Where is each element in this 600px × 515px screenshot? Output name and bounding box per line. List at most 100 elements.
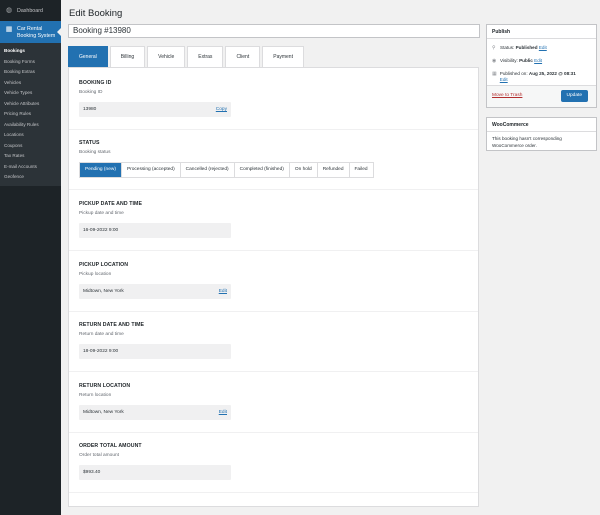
- menu-dashboard-label: Dashboard: [17, 7, 43, 14]
- return-date-desc: Return date and time: [79, 331, 124, 337]
- tab-vehicle[interactable]: Vehicle: [147, 46, 186, 67]
- submenu-item-bookings[interactable]: Bookings: [0, 46, 61, 57]
- return-date-text: 18-09-2022 9:00: [83, 348, 119, 354]
- return-location-title: RETURN LOCATION: [79, 383, 131, 389]
- return-date-value[interactable]: 18-09-2022 9:00: [79, 343, 231, 359]
- publish-visibility-value: Public: [519, 58, 533, 63]
- return-location-text: Midtown, New York: [83, 409, 124, 415]
- pickup-date-desc: Pickup date and time: [79, 210, 124, 216]
- tab-extras[interactable]: Extras: [187, 46, 224, 67]
- date-edit-link[interactable]: Edit: [500, 77, 508, 82]
- booking-title-input[interactable]: Booking #13980: [68, 24, 480, 38]
- general-panel: BOOKING ID Booking ID 13980 Copy STATUS …: [68, 67, 479, 507]
- menu-car-rental-label: Car Rental Booking System: [17, 26, 56, 39]
- admin-menu: ◍ Dashboard ▦ Car Rental Booking System …: [0, 0, 61, 515]
- pickup-date-text: 16-09-2022 9:00: [83, 227, 119, 233]
- publish-actions: Move to Trash Update: [487, 85, 596, 107]
- tab-payment[interactable]: Payment: [262, 46, 304, 67]
- status-refunded-button[interactable]: Refunded: [317, 162, 350, 177]
- publish-visibility-row: ◉ Visibility: Public Edit: [487, 58, 596, 64]
- visibility-edit-link[interactable]: Edit: [534, 58, 542, 64]
- status-cancelled-button[interactable]: Cancelled (rejected): [180, 162, 235, 177]
- eye-icon: ◉: [492, 58, 497, 64]
- order-total-text: $993.40: [83, 469, 101, 475]
- divider: [69, 371, 478, 372]
- publish-visibility-label: Visibility:: [500, 58, 518, 63]
- tab-billing[interactable]: Billing: [109, 46, 146, 67]
- tab-bar: General Billing Vehicle Extras Client Pa…: [68, 46, 306, 67]
- submenu-item-vehicle-attributes[interactable]: Vehicle Attributes: [0, 99, 61, 110]
- publish-box: Publish ⚲ Status: Published Edit ◉ Visib…: [486, 24, 597, 108]
- publish-date-row: ▦ Published on: Aug 25, 2022 @ 08:31 Edit: [487, 71, 596, 83]
- pickup-date-title: PICKUP DATE AND TIME: [79, 201, 143, 207]
- status-edit-link[interactable]: Edit: [539, 45, 547, 51]
- pickup-location-desc: Pickup location: [79, 271, 112, 277]
- booking-id-title: BOOKING ID: [79, 80, 112, 86]
- publish-status-label: Status:: [500, 45, 515, 50]
- submenu-item-booking-extras[interactable]: Booking Extras: [0, 67, 61, 78]
- publish-date-text: Published on: Aug 25, 2022 @ 08:31 Edit: [500, 71, 591, 83]
- pickup-location-value: Midtown, New York Edit: [79, 283, 231, 299]
- submenu: Bookings Booking Forms Booking Extras Ve…: [0, 43, 61, 186]
- pickup-location-edit-link[interactable]: Edit: [219, 284, 227, 299]
- pin-icon: ⚲: [492, 45, 496, 51]
- menu-dashboard[interactable]: ◍ Dashboard: [0, 0, 61, 21]
- booking-id-field: BOOKING ID Booking ID 13980 Copy: [79, 80, 465, 117]
- pickup-location-text: Midtown, New York: [83, 288, 124, 294]
- submenu-item-locations[interactable]: Locations: [0, 130, 61, 141]
- move-to-trash-link[interactable]: Move to Trash: [492, 93, 522, 98]
- divider: [69, 492, 478, 493]
- calendar-icon: ▦: [492, 71, 497, 77]
- status-field: STATUS Booking status Pending (new) Proc…: [79, 140, 465, 178]
- status-title: STATUS: [79, 140, 100, 146]
- divider: [69, 129, 478, 130]
- submenu-item-vehicles[interactable]: Vehicles: [0, 78, 61, 89]
- booking-id-value: 13980 Copy: [79, 101, 231, 117]
- divider: [69, 311, 478, 312]
- pickup-location-title: PICKUP LOCATION: [79, 262, 129, 268]
- status-processing-button[interactable]: Processing (accepted): [121, 162, 181, 177]
- booking-id-text: 13980: [83, 106, 97, 112]
- submenu-item-booking-forms[interactable]: Booking Forms: [0, 57, 61, 68]
- order-total-value: $993.40: [79, 464, 231, 480]
- submenu-item-tax-rates[interactable]: Tax Rates: [0, 151, 61, 162]
- return-date-field: RETURN DATE AND TIME Return date and tim…: [79, 322, 465, 359]
- menu-car-rental[interactable]: ▦ Car Rental Booking System: [0, 21, 61, 43]
- pickup-location-field: PICKUP LOCATION Pickup location Midtown,…: [79, 262, 465, 299]
- status-failed-button[interactable]: Failed: [349, 162, 373, 177]
- status-on-hold-button[interactable]: On hold: [289, 162, 318, 177]
- page-title: Edit Booking: [69, 8, 123, 19]
- submenu-item-vehicle-types[interactable]: Vehicle Types: [0, 88, 61, 99]
- return-location-desc: Return location: [79, 392, 112, 398]
- submenu-item-availability-rules[interactable]: Availability Rules: [0, 120, 61, 131]
- submenu-item-pricing-rules[interactable]: Pricing Rules: [0, 109, 61, 120]
- return-location-field: RETURN LOCATION Return location Midtown,…: [79, 383, 465, 420]
- woocommerce-text: This booking hasn't corresponding WooCom…: [492, 136, 562, 148]
- return-date-title: RETURN DATE AND TIME: [79, 322, 145, 328]
- return-location-value: Midtown, New York Edit: [79, 404, 231, 420]
- update-button[interactable]: Update: [560, 90, 588, 102]
- publish-status-value: Published: [515, 45, 538, 50]
- dashboard-icon: ◍: [5, 6, 13, 14]
- publish-title: Publish: [487, 25, 596, 39]
- submenu-item-email-accounts[interactable]: E-mail Accounts: [0, 162, 61, 173]
- publish-status-row: ⚲ Status: Published Edit: [487, 45, 596, 51]
- status-completed-button[interactable]: Completed (finished): [234, 162, 290, 177]
- pickup-date-field: PICKUP DATE AND TIME Pickup date and tim…: [79, 201, 465, 238]
- submenu-item-geofence[interactable]: Geofence: [0, 172, 61, 183]
- status-pending-button[interactable]: Pending (new): [80, 162, 122, 177]
- tab-client[interactable]: Client: [225, 46, 261, 67]
- copy-link[interactable]: Copy: [216, 102, 227, 117]
- submenu-item-coupons[interactable]: Coupons: [0, 141, 61, 152]
- calendar-icon: ▦: [5, 26, 13, 33]
- order-total-field: ORDER TOTAL AMOUNT Order total amount $9…: [79, 443, 465, 480]
- tab-general[interactable]: General: [68, 46, 108, 67]
- pickup-date-value[interactable]: 16-09-2022 9:00: [79, 222, 231, 238]
- woocommerce-box: WooCommerce This booking hasn't correspo…: [486, 117, 597, 151]
- publish-date-value: Aug 25, 2022 @ 08:31: [528, 71, 576, 76]
- publish-date-label: Published on:: [499, 71, 528, 76]
- order-total-title: ORDER TOTAL AMOUNT: [79, 443, 142, 449]
- status-desc: Booking status: [79, 149, 111, 155]
- return-location-edit-link[interactable]: Edit: [219, 405, 227, 420]
- status-button-group: Pending (new) Processing (accepted) Canc…: [79, 161, 374, 178]
